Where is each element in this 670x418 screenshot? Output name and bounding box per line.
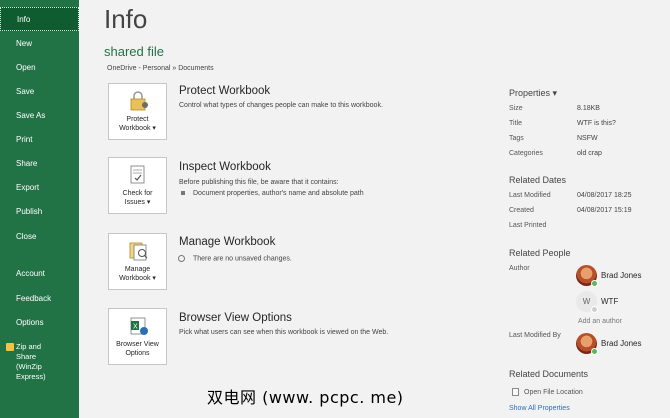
winzip-line: (WinZip	[16, 362, 42, 371]
sidebar-item-account[interactable]: Account	[0, 262, 79, 286]
date-key: Created	[509, 207, 534, 214]
open-file-location-label: Open File Location	[524, 388, 583, 396]
lock-icon	[130, 91, 148, 111]
author-name[interactable]: WTF	[601, 297, 618, 306]
date-value: 04/08/2017 18:25	[577, 192, 632, 199]
sidebar-item-export[interactable]: Export	[0, 176, 79, 200]
inspect-document-icon	[130, 165, 145, 184]
show-all-properties-link[interactable]: Show All Properties	[509, 405, 570, 412]
check-for-issues-button[interactable]: Check for Issues ▾	[108, 157, 167, 214]
manage-workbook-button[interactable]: Manage Workbook ▾	[108, 233, 167, 290]
sidebar-item-close[interactable]: Close	[0, 225, 79, 249]
open-file-location-link[interactable]: Open File Location	[512, 388, 583, 396]
manage-workbook-title: Manage Workbook	[179, 236, 276, 248]
button-label: Workbook ▾	[119, 125, 156, 132]
sidebar-item-info[interactable]: Info	[0, 7, 79, 31]
related-dates-heading: Related Dates	[509, 175, 567, 185]
last-modified-by-label: Last Modified By	[509, 332, 561, 339]
property-value-tags[interactable]: NSFW	[577, 135, 598, 142]
inspect-workbook-title: Inspect Workbook	[179, 161, 271, 173]
sidebar-item-open[interactable]: Open	[0, 56, 79, 80]
related-people-heading: Related People	[509, 248, 571, 258]
property-value: 8.18KB	[577, 105, 600, 112]
property-value-title[interactable]: WTF is this?	[577, 120, 616, 127]
bullet-text: Document properties, author's name and a…	[193, 190, 364, 197]
status-text: There are no unsaved changes.	[193, 255, 292, 263]
refresh-icon	[178, 255, 185, 262]
author-label: Author	[509, 265, 530, 272]
protect-workbook-title: Protect Workbook	[179, 85, 271, 97]
sidebar-item-feedback[interactable]: Feedback	[0, 287, 79, 311]
sidebar-item-save[interactable]: Save	[0, 80, 79, 104]
winzip-line: Share	[16, 352, 37, 361]
property-key: Tags	[509, 135, 524, 142]
properties-heading[interactable]: Properties ▾	[509, 88, 557, 99]
property-key: Title	[509, 120, 522, 127]
backstage-sidebar: Info New Open Save Save As Print Share E…	[0, 0, 79, 418]
inspect-workbook-description: Before publishing this file, be aware th…	[179, 179, 339, 186]
file-path[interactable]: OneDrive - Personal » Documents	[107, 65, 214, 72]
button-label: Workbook ▾	[119, 275, 156, 282]
add-author-link[interactable]: Add an author	[578, 318, 622, 325]
related-documents-heading: Related Documents	[509, 369, 589, 379]
svg-text:X: X	[133, 324, 138, 331]
browser-view-options-title: Browser View Options	[179, 312, 292, 324]
winzip-line: Zip and	[16, 342, 42, 351]
sidebar-item-share[interactable]: Share	[0, 152, 79, 176]
sidebar-item-publish[interactable]: Publish	[0, 200, 79, 224]
date-key: Last Modified	[509, 192, 551, 199]
winzip-line: Express)	[16, 372, 46, 381]
sidebar-item-options[interactable]: Options	[0, 311, 79, 335]
sidebar-item-winzip[interactable]: Zip and Share (WinZip Express)	[0, 342, 79, 382]
inspect-workbook-bullet: Document properties, author's name and a…	[181, 190, 364, 197]
button-label: Options	[125, 350, 150, 357]
button-label: Check for	[122, 190, 153, 197]
sidebar-item-new[interactable]: New	[0, 32, 79, 56]
manage-workbook-icon	[129, 242, 148, 261]
sidebar-item-print[interactable]: Print	[0, 128, 79, 152]
manage-workbook-status: There are no unsaved changes.	[178, 255, 292, 262]
protect-workbook-button[interactable]: Protect Workbook ▾	[108, 83, 167, 140]
folder-icon	[512, 388, 519, 396]
presence-icon	[591, 306, 598, 313]
property-key: Categories	[509, 150, 543, 157]
presence-icon	[591, 280, 598, 287]
sidebar-item-save-as[interactable]: Save As	[0, 104, 79, 128]
last-modified-by-name[interactable]: Brad Jones	[601, 339, 641, 348]
watermark: 双电网 (www. pcpc. me)	[207, 388, 404, 407]
file-name: shared file	[104, 44, 164, 59]
date-value: 04/08/2017 15:19	[577, 207, 632, 214]
button-label: Issues ▾	[124, 199, 151, 206]
date-key: Last Printed	[509, 222, 547, 229]
browser-view-options-button[interactable]: X Browser View Options	[108, 308, 167, 365]
bullet-icon	[181, 191, 185, 196]
button-label: Protect	[126, 116, 149, 123]
property-value-categories[interactable]: old crap	[577, 150, 602, 157]
excel-web-icon: X	[130, 317, 148, 335]
presence-icon	[591, 348, 598, 355]
author-name[interactable]: Brad Jones	[601, 271, 641, 280]
protect-workbook-description: Control what types of changes people can…	[179, 102, 383, 109]
page-title: Info	[104, 4, 148, 34]
button-label: Browser View	[116, 341, 159, 348]
browser-view-options-description: Pick what users can see when this workbo…	[179, 329, 389, 336]
button-label: Manage	[124, 266, 151, 273]
property-key: Size	[509, 105, 523, 112]
winzip-icon	[6, 343, 14, 351]
